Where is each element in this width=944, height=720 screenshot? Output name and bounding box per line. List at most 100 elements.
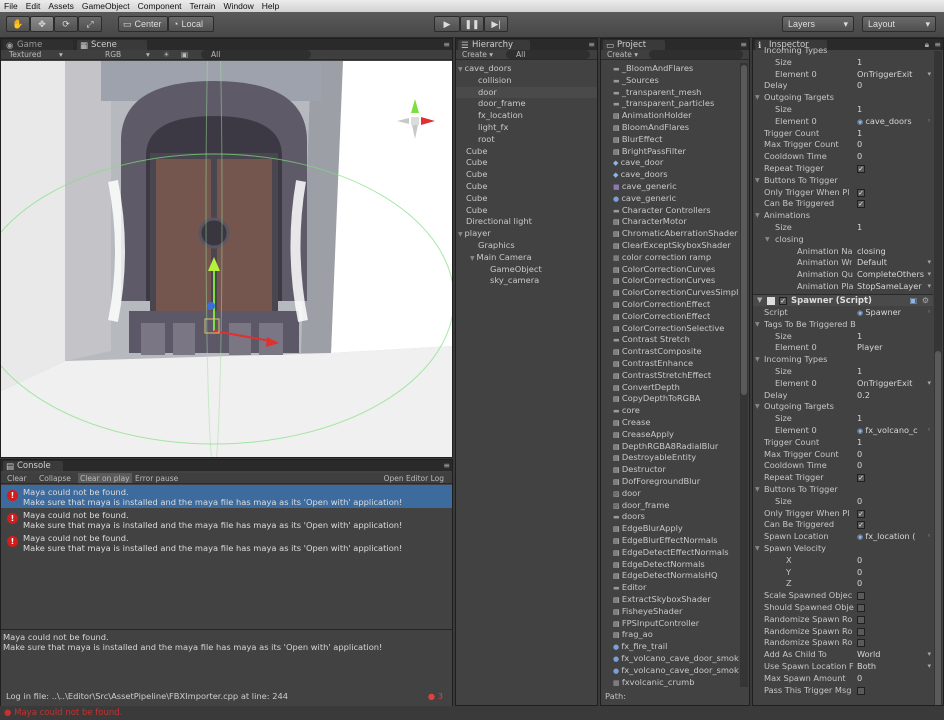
object-picker-icon[interactable]: ◦ xyxy=(927,116,931,128)
hierarchy-item[interactable]: ▼ player xyxy=(456,228,597,240)
project-item[interactable]: ▤ ContrastEnhance xyxy=(601,358,739,370)
tab-hierarchy[interactable]: ☰ Hierarchy xyxy=(458,40,530,51)
inspector-field-value[interactable]: 0 xyxy=(857,449,862,461)
hand-tool-button[interactable]: ✋ xyxy=(6,16,30,32)
inspector-checkbox[interactable] xyxy=(857,604,865,612)
shading-mode-dropdown[interactable]: Textured xyxy=(9,50,41,59)
clear-button[interactable]: Clear xyxy=(7,474,27,483)
tab-game[interactable]: ◉ Game xyxy=(3,40,73,51)
scene-search-input[interactable]: All xyxy=(201,50,311,59)
project-item[interactable]: ● cave_generic xyxy=(601,193,739,205)
inspector-field-value[interactable]: 0 xyxy=(857,139,862,151)
inspector-field-value[interactable]: 1 xyxy=(857,331,862,343)
inspector-field-value[interactable]: 0 xyxy=(857,460,862,472)
inspector-field-value[interactable]: 0.2 xyxy=(857,390,870,402)
project-item[interactable]: ▨ door xyxy=(601,488,739,500)
project-item[interactable]: ▤ BlurEffect xyxy=(601,134,739,146)
console-entry[interactable]: ! Maya could not be found. Make sure tha… xyxy=(1,531,452,554)
project-item[interactable]: ▤ DepthRGBA8RadialBlur xyxy=(601,441,739,453)
project-item[interactable]: ▤ EdgeDetectNormals xyxy=(601,559,739,571)
project-create-dropdown[interactable]: Create ▾ xyxy=(607,50,638,59)
error-count-badge[interactable]: ● 3 xyxy=(428,690,443,702)
tab-console[interactable]: ▤ Console xyxy=(3,461,63,472)
inspector-checkbox[interactable] xyxy=(857,627,865,636)
error-pause-toggle[interactable]: Error pause xyxy=(135,474,178,483)
hierarchy-item[interactable]: Directional light xyxy=(456,216,597,228)
project-item[interactable]: ▬ _transparent_mesh xyxy=(601,87,739,99)
clear-on-play-toggle[interactable]: Clear on play xyxy=(78,473,132,483)
dropdown-arrow-icon[interactable]: ▾ xyxy=(927,378,931,390)
scene-viewport[interactable] xyxy=(1,61,452,458)
project-item[interactable]: ▦ fxvolcanic_crumb xyxy=(601,677,739,687)
foldout-arrow-icon[interactable]: ▼ xyxy=(755,486,760,493)
inspector-field-value[interactable]: StopSameLayer xyxy=(857,281,922,293)
hierarchy-item[interactable]: door xyxy=(456,86,597,99)
project-item[interactable]: ▬ doors xyxy=(601,511,739,523)
inspector-field-value[interactable]: Default xyxy=(857,257,887,269)
project-item[interactable]: ▤ EdgeDetectNormalsHQ xyxy=(601,570,739,582)
project-item[interactable]: ● fx_volcano_cave_door_smoke xyxy=(601,653,739,665)
foldout-arrow-icon[interactable]: ▼ xyxy=(755,94,760,101)
inspector-field-value[interactable]: CompleteOthers xyxy=(857,269,924,281)
foldout-arrow-icon[interactable]: ▼ xyxy=(755,321,760,328)
project-scrollbar[interactable] xyxy=(740,63,748,687)
panel-menu-icon[interactable]: ≡ xyxy=(934,41,941,49)
project-item[interactable]: ▤ ClearExceptSkyboxShader xyxy=(601,240,739,252)
object-picker-icon[interactable]: ◦ xyxy=(927,307,931,319)
console-splitter[interactable] xyxy=(1,629,452,630)
panel-menu-icon[interactable]: ≡ xyxy=(443,462,450,470)
hierarchy-item[interactable]: root xyxy=(456,134,597,146)
project-item[interactable]: ▬ _BloomAndFlares xyxy=(601,63,739,75)
pivot-center-toggle[interactable]: ▭ Center xyxy=(118,16,168,32)
inspector-field-value[interactable]: 0 xyxy=(857,578,862,590)
collapse-button[interactable]: Collapse xyxy=(39,474,71,483)
move-tool-button[interactable]: ✥ xyxy=(30,16,54,32)
inspector-checkbox[interactable]: ✓ xyxy=(857,165,865,173)
inspector-checkbox[interactable] xyxy=(857,686,865,695)
help-icon[interactable]: ▣ xyxy=(909,296,917,305)
dropdown-arrow-icon[interactable]: ▾ xyxy=(927,281,931,293)
project-item[interactable]: ▬ Editor xyxy=(601,582,739,594)
inspector-field-value[interactable]: Both xyxy=(857,661,876,673)
project-item[interactable]: ▬ _transparent_particles xyxy=(601,98,739,110)
foldout-arrow-icon[interactable]: ▼ xyxy=(755,177,760,184)
hierarchy-item[interactable]: door_frame xyxy=(456,98,597,110)
menu-assets[interactable]: Assets xyxy=(44,1,78,11)
status-bar[interactable]: ● Maya could not be found. xyxy=(0,706,944,720)
inspector-checkbox[interactable]: ✓ xyxy=(857,509,865,518)
object-picker-icon[interactable]: ◦ xyxy=(927,425,931,437)
inspector-checkbox[interactable]: ✓ xyxy=(857,521,865,530)
step-button[interactable]: ▶| xyxy=(484,16,508,32)
panel-menu-icon[interactable]: ≡ xyxy=(588,41,595,49)
project-item[interactable]: ▤ AnimationHolder xyxy=(601,110,739,122)
project-item[interactable]: ▬ Character Controllers xyxy=(601,205,739,217)
project-item[interactable]: ▨ door_frame xyxy=(601,500,739,512)
dropdown-arrow-icon[interactable]: ▾ xyxy=(927,269,931,281)
hierarchy-create-dropdown[interactable]: Create ▾ xyxy=(462,50,493,59)
project-search-input[interactable] xyxy=(649,50,743,59)
menu-edit[interactable]: Edit xyxy=(22,1,45,11)
project-item[interactable]: ▦ color correction ramp xyxy=(601,252,739,264)
project-item[interactable]: ▤ EdgeDetectEffectNormals xyxy=(601,547,739,559)
project-item[interactable]: ▤ ColorCorrectionEffect xyxy=(601,311,739,323)
project-item[interactable]: ▤ ColorCorrectionEffect xyxy=(601,299,739,311)
gear-icon[interactable]: ⚙ xyxy=(922,296,929,305)
inspector-field-value[interactable]: closing xyxy=(857,246,886,258)
inspector-checkbox[interactable]: ✓ xyxy=(857,188,865,197)
foldout-arrow-icon[interactable]: ▼ xyxy=(755,212,760,219)
lighting-toggle-icon[interactable]: ☀ xyxy=(163,50,170,59)
project-item[interactable]: ● fx_volcano_cave_door_smoke xyxy=(601,665,739,677)
inspector-field-value[interactable]: 1 xyxy=(857,366,862,378)
inspector-field-value[interactable]: OnTriggerExit xyxy=(857,69,912,81)
inspector-field-value[interactable]: 1 xyxy=(857,128,862,140)
hierarchy-item[interactable]: Graphics xyxy=(456,240,597,252)
menu-gameobject[interactable]: GameObject xyxy=(78,1,134,11)
menu-help[interactable]: Help xyxy=(258,1,283,11)
project-item[interactable]: ▬ _Sources xyxy=(601,75,739,87)
hierarchy-item[interactable]: GameObject xyxy=(456,264,597,276)
project-item[interactable]: ▤ ColorCorrectionSelective xyxy=(601,323,739,335)
inspector-checkbox[interactable] xyxy=(857,639,865,648)
project-item[interactable]: ◆ cave_door xyxy=(601,157,739,169)
project-item[interactable]: ▤ ColorCorrectionCurvesSimple xyxy=(601,287,739,299)
inspector-checkbox[interactable]: ✓ xyxy=(857,200,865,209)
